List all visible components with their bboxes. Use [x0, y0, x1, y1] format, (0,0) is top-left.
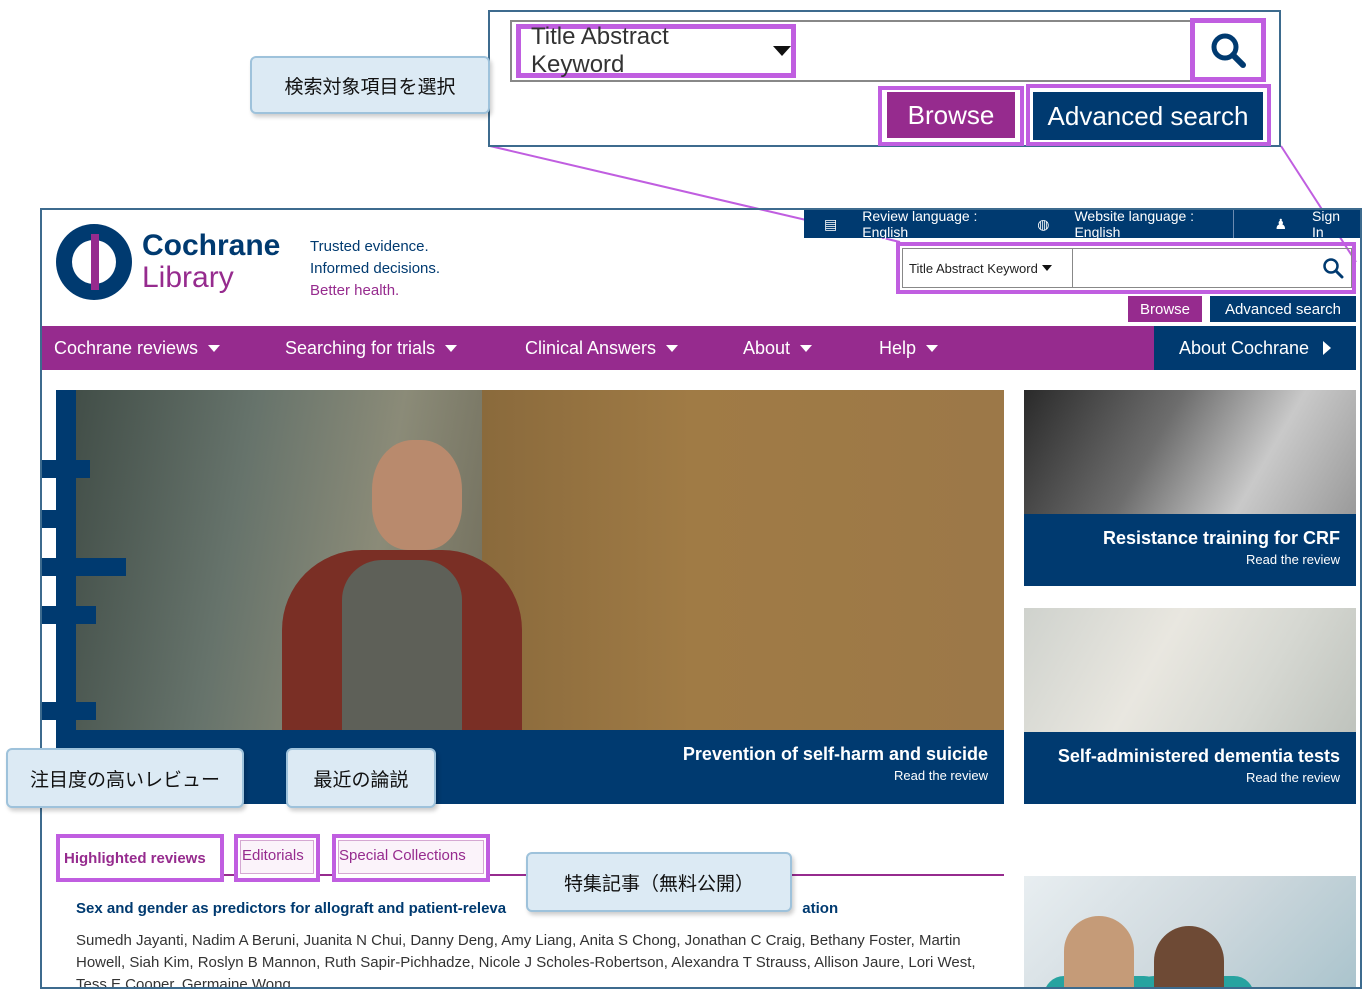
hero-image-head — [372, 440, 462, 550]
nav-label: Clinical Answers — [525, 337, 657, 358]
hero-decoration-tab — [42, 510, 72, 528]
document-icon: ▤ — [824, 215, 838, 232]
about-cochrane-button[interactable]: About Cochrane — [1154, 326, 1356, 370]
hero-image-wall — [482, 390, 1004, 730]
nav-clinical-answers[interactable]: Clinical Answers — [513, 338, 731, 359]
tab-special-collections[interactable]: Special Collections — [339, 847, 466, 864]
zoomed-advanced-search-button[interactable]: Advanced search — [1033, 92, 1263, 140]
side-card-read-link[interactable]: Read the review — [1024, 770, 1340, 785]
callout-special-collections: 特集記事（無料公開） — [526, 852, 792, 912]
caret-down-icon — [1041, 265, 1052, 271]
caret-down-icon — [800, 344, 813, 352]
hero-image-shirt — [342, 560, 462, 740]
side-card-image — [1024, 608, 1356, 732]
user-icon: ♟ — [1274, 215, 1287, 232]
side-card-caption: Self-administered dementia tests Read th… — [1024, 732, 1356, 804]
zoomed-browse-button[interactable]: Browse — [887, 92, 1015, 138]
hero-decoration-tab — [42, 606, 96, 624]
side-card-image — [1024, 390, 1356, 514]
main-nav: Cochrane reviews Searching for trials Cl… — [42, 326, 1154, 370]
cochrane-logo[interactable]: Cochrane Library — [56, 224, 280, 300]
search-input[interactable] — [1073, 249, 1315, 287]
side-card-resistance-training[interactable]: Resistance training for CRF Read the rev… — [1024, 390, 1356, 586]
advanced-search-button[interactable]: Advanced search — [1210, 296, 1356, 322]
hero-decoration-tab — [42, 702, 96, 720]
tab-highlighted-reviews[interactable]: Highlighted reviews — [64, 850, 206, 867]
caret-down-icon — [666, 344, 679, 352]
nav-cochrane-reviews[interactable]: Cochrane reviews — [42, 338, 273, 359]
side-card-title[interactable]: Resistance training for CRF — [1024, 528, 1340, 549]
sign-in-label: Sign In — [1312, 208, 1341, 240]
article-title-start: Sex and gender as predictors for allogra… — [76, 900, 507, 917]
card-image-shape — [1154, 926, 1224, 987]
browse-button[interactable]: Browse — [1128, 296, 1202, 322]
tagline-line-2: Informed decisions. — [310, 260, 441, 277]
search-icon — [1323, 258, 1344, 279]
side-card-read-link[interactable]: Read the review — [1024, 552, 1340, 567]
hero-decoration-tab — [42, 558, 126, 576]
hero-banner[interactable]: Prevention of self-harm and suicide Read… — [42, 390, 1004, 804]
tagline-line-3: Better health. — [310, 282, 400, 299]
callout-highlighted-reviews: 注目度の高いレビュー — [6, 748, 244, 808]
nav-about[interactable]: About — [731, 338, 867, 359]
logo-text-library: Library — [142, 261, 234, 294]
divider — [1233, 210, 1254, 238]
website-language-selector[interactable]: ◍ Website language : English — [1017, 208, 1233, 240]
zoomed-search-panel: Title Abstract Keyword Browse Advanced s… — [488, 10, 1281, 147]
card-image-shape — [1064, 916, 1134, 987]
zoomed-dropdown-label: Title Abstract Keyword — [531, 23, 669, 78]
side-card-title[interactable]: Self-administered dementia tests — [1024, 746, 1340, 767]
caret-down-icon — [926, 344, 939, 352]
article-authors: Sumedh Jayanti, Nadim A Beruni, Juanita … — [76, 932, 976, 989]
callout-editorials: 最近の論説 — [286, 748, 436, 808]
side-card-caption: Resistance training for CRF Read the rev… — [1024, 514, 1356, 586]
review-language-selector[interactable]: ▤ Review language : English — [804, 208, 1017, 240]
website-language-label: Website language : English — [1074, 208, 1195, 240]
logo-text-cochrane: Cochrane — [142, 229, 281, 262]
search-button[interactable] — [1315, 249, 1351, 287]
caret-down-icon — [445, 344, 458, 352]
nav-label: Help — [879, 337, 917, 358]
about-cochrane-label: About Cochrane — [1178, 337, 1310, 358]
sign-in-link[interactable]: ♟ Sign In — [1254, 208, 1360, 240]
caret-down-icon — [773, 46, 791, 56]
tab-editorials[interactable]: Editorials — [242, 847, 304, 864]
nav-label: About — [743, 337, 791, 358]
cochrane-logo-mark — [56, 224, 132, 300]
callout-select-field: 検索対象項目を選択 — [250, 56, 490, 114]
zoomed-search-field-dropdown[interactable]: Title Abstract Keyword — [516, 23, 796, 78]
top-utility-bar: ▤ Review language : English ◍ Website la… — [804, 208, 1360, 240]
caret-down-icon — [208, 344, 221, 352]
search-field-dropdown[interactable]: Title Abstract Keyword — [903, 249, 1073, 287]
nav-searching-for-trials[interactable]: Searching for trials — [273, 338, 513, 359]
side-card-image-nurses[interactable] — [1024, 876, 1356, 987]
chevron-right-icon — [1323, 341, 1332, 355]
globe-icon: ◍ — [1037, 215, 1050, 232]
review-language-label: Review language : English — [862, 208, 978, 240]
tagline: Trusted evidence. Informed decisions. Be… — [310, 236, 440, 302]
zoomed-search-button[interactable] — [1190, 18, 1266, 82]
hero-decoration-tab — [42, 460, 90, 478]
article-title-end: ation — [802, 900, 839, 917]
search-field-label: Title Abstract Keyword — [909, 260, 1038, 276]
search-bar: Title Abstract Keyword — [902, 248, 1352, 288]
nav-label: Cochrane reviews — [54, 337, 199, 358]
nav-label: Searching for trials — [285, 337, 436, 358]
side-card-dementia-tests[interactable]: Self-administered dementia tests Read th… — [1024, 608, 1356, 804]
search-icon — [1211, 33, 1246, 68]
nav-help[interactable]: Help — [867, 338, 987, 359]
tagline-line-1: Trusted evidence. — [310, 238, 429, 255]
